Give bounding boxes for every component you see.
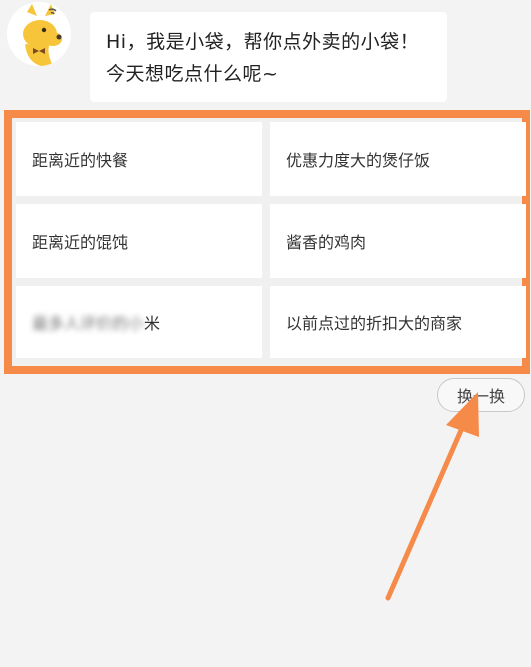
annotation-arrow-icon: [385, 392, 479, 601]
